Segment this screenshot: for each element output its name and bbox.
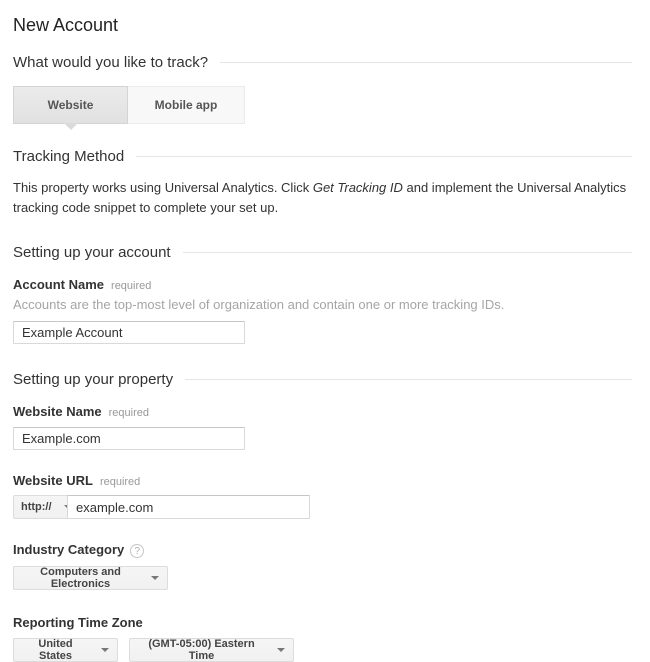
get-tracking-id-emphasis: Get Tracking ID <box>313 180 403 195</box>
description-text-before: This property works using Universal Anal… <box>13 180 313 195</box>
website-name-label: Website Name <box>13 404 102 419</box>
property-section-heading: Setting up your property <box>13 371 173 388</box>
country-value: United States <box>22 638 89 662</box>
url-protocol-dropdown[interactable]: http:// <box>13 495 68 519</box>
chevron-down-icon <box>277 648 285 652</box>
time-zone-value: (GMT-05:00) Eastern Time <box>138 638 265 662</box>
website-url-input[interactable] <box>67 495 310 519</box>
website-name-input[interactable] <box>13 427 245 450</box>
website-name-label-row: Website Name required <box>13 404 632 419</box>
reporting-time-zone-label-row: Reporting Time Zone <box>13 615 632 630</box>
website-url-label: Website URL <box>13 473 93 488</box>
reporting-time-zone-label: Reporting Time Zone <box>13 615 143 630</box>
website-url-row: http:// <box>13 495 632 519</box>
tab-website-label: Website <box>48 98 94 112</box>
page-title: New Account <box>13 14 632 36</box>
chevron-down-icon <box>101 648 109 652</box>
new-account-page: New Account What would you like to track… <box>0 0 650 662</box>
question-mark-help-icon[interactable]: ? <box>130 544 144 558</box>
tracking-method-heading-row: Tracking Method <box>13 148 632 165</box>
website-url-required-badge: required <box>100 476 140 488</box>
section-divider <box>185 379 632 380</box>
industry-category-value: Computers and Electronics <box>22 566 139 590</box>
account-name-required-badge: required <box>111 280 151 292</box>
section-divider <box>220 62 632 63</box>
account-section-heading: Setting up your account <box>13 244 171 261</box>
track-section-heading-row: What would you like to track? <box>13 54 632 71</box>
account-section-heading-row: Setting up your account <box>13 244 632 261</box>
website-url-label-row: Website URL required <box>13 473 632 488</box>
reporting-time-zone-row: United States (GMT-05:00) Eastern Time <box>13 638 632 662</box>
time-zone-dropdown[interactable]: (GMT-05:00) Eastern Time <box>129 638 294 662</box>
tab-mobile-app-label: Mobile app <box>155 98 218 112</box>
chevron-down-icon <box>151 576 159 580</box>
account-name-help-text: Accounts are the top-most level of organ… <box>13 296 632 313</box>
industry-category-dropdown[interactable]: Computers and Electronics <box>13 566 168 590</box>
country-dropdown[interactable]: United States <box>13 638 118 662</box>
url-protocol-value: http:// <box>21 501 52 513</box>
tab-mobile-app[interactable]: Mobile app <box>128 86 245 124</box>
section-divider <box>136 156 632 157</box>
track-type-tabs: Website Mobile app <box>13 86 632 124</box>
account-name-label-row: Account Name required <box>13 277 632 292</box>
account-name-label: Account Name <box>13 277 104 292</box>
tab-website[interactable]: Website <box>13 86 128 124</box>
property-section-heading-row: Setting up your property <box>13 371 632 388</box>
account-name-input[interactable] <box>13 321 245 344</box>
section-divider <box>183 252 632 253</box>
industry-category-label-row: Industry Category ? <box>13 542 632 558</box>
tracking-method-heading: Tracking Method <box>13 148 124 165</box>
selected-tab-caret-icon <box>64 123 78 130</box>
tracking-method-description: This property works using Universal Anal… <box>13 178 631 218</box>
track-section-heading: What would you like to track? <box>13 54 208 71</box>
industry-category-label: Industry Category <box>13 542 124 557</box>
website-name-required-badge: required <box>109 407 149 419</box>
